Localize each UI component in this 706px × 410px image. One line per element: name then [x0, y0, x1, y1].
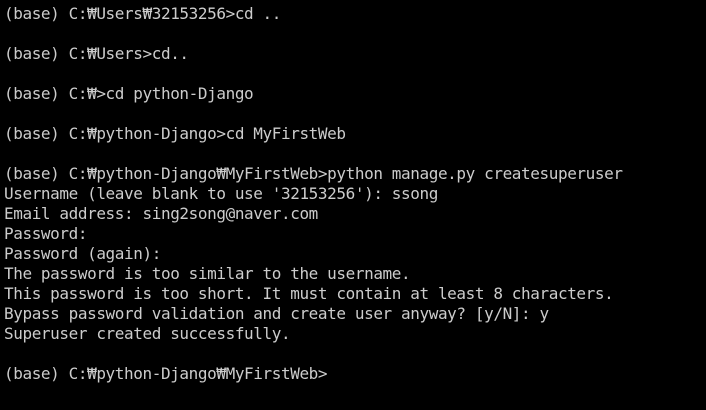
terminal-prompt: (base) C:₩python-Django₩MyFirstWeb>: [4, 364, 328, 383]
terminal-line-username: Username (leave blank to use '32153256')…: [4, 184, 438, 203]
terminal-cursor: [327, 367, 336, 383]
terminal-line-prompt-cd-up: (base) C:₩Users₩32153256>cd ..: [4, 4, 281, 23]
terminal-line-warning-similar: The password is too similar to the usern…: [4, 264, 411, 283]
terminal-line-prompt-createsuperuser: (base) C:₩python-Django₩MyFirstWeb>pytho…: [4, 164, 623, 183]
terminal-line-prompt-cd-up-2: (base) C:₩Users>cd..: [4, 44, 189, 63]
terminal-line-password-again: Password (again):: [4, 244, 161, 263]
terminal-line-prompt-cd-python-django: (base) C:₩>cd python-Django: [4, 84, 254, 103]
terminal-window[interactable]: (base) C:₩Users₩32153256>cd .. (base) C:…: [0, 0, 706, 410]
terminal-line-prompt-cd-myfirstweb: (base) C:₩python-Django>cd MyFirstWeb: [4, 124, 346, 143]
terminal-line-bypass-prompt: Bypass password validation and create us…: [4, 304, 549, 323]
terminal-line-password: Password:: [4, 224, 88, 243]
terminal-line-email: Email address: sing2song@naver.com: [4, 204, 318, 223]
terminal-line-warning-short: This password is too short. It must cont…: [4, 284, 614, 303]
terminal-line-success: Superuser created successfully.: [4, 324, 291, 343]
terminal-input-line[interactable]: (base) C:₩python-Django₩MyFirstWeb>: [4, 364, 706, 384]
